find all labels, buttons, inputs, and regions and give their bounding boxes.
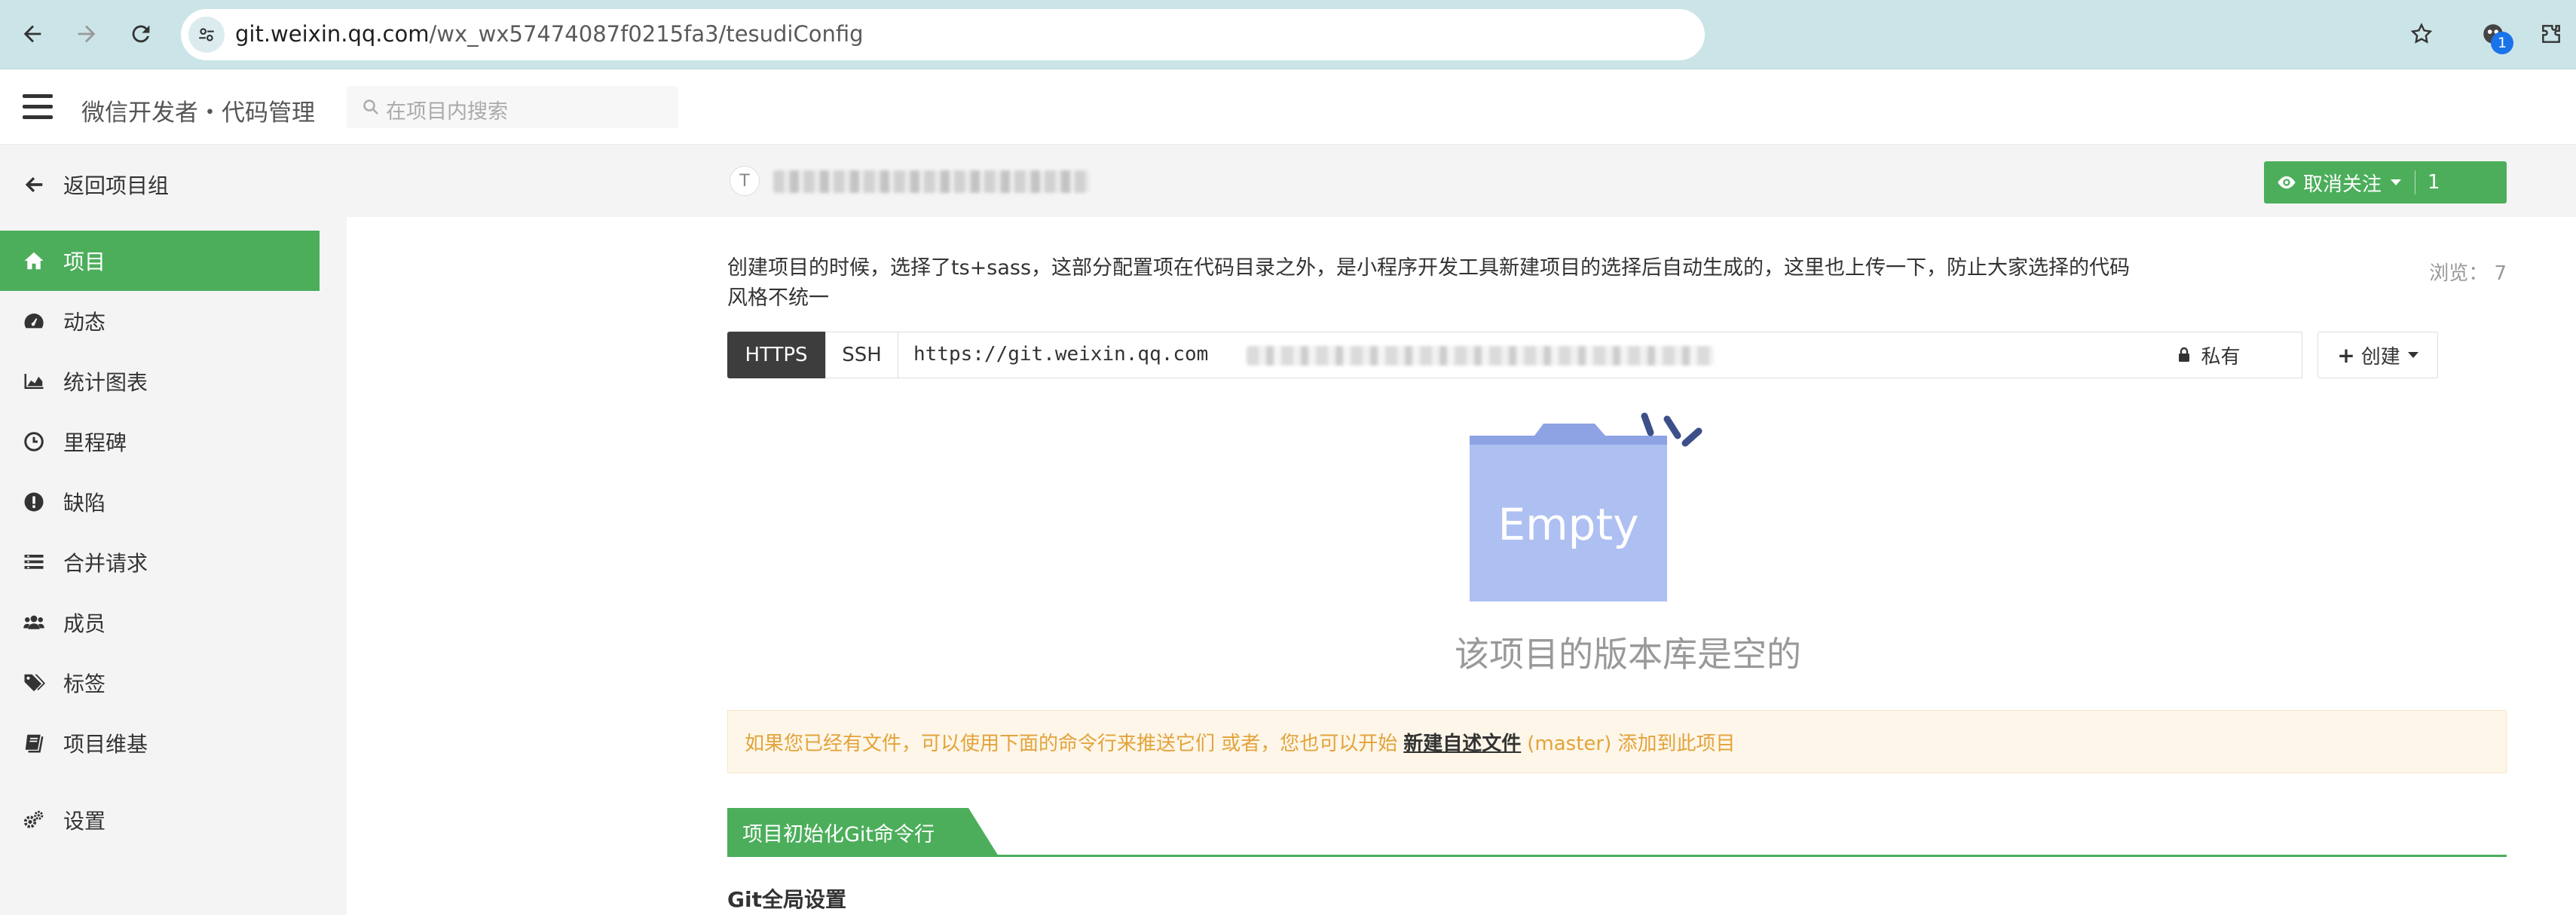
app-title: 微信开发者・代码管理 — [81, 99, 315, 127]
empty-repo-notice: 如果您已经有文件，可以使用下面的命令行来推送它们 或者，您也可以开始 新建自述文… — [727, 710, 2507, 773]
list-icon — [21, 549, 47, 575]
sidebar-item-label: 动态 — [63, 310, 106, 335]
clone-tab-https[interactable]: HTTPS — [727, 332, 825, 378]
view-count: 浏览： 7 — [2429, 262, 2507, 285]
project-header: T 取消关注 1 — [347, 145, 2576, 217]
clone-tab-ssh[interactable]: SSH — [825, 332, 898, 378]
arrow-left-icon — [21, 172, 47, 197]
project-avatar: T — [730, 166, 760, 196]
sidebar-item-milestones[interactable]: 里程碑 — [0, 412, 347, 471]
watch-count: 1 — [2428, 171, 2440, 194]
cogs-icon — [21, 807, 47, 833]
sidebar-item-wiki[interactable]: 项目维基 — [0, 714, 347, 773]
reload-icon[interactable] — [124, 17, 158, 51]
bookmark-star-icon[interactable] — [2404, 17, 2439, 51]
area-chart-icon — [21, 369, 47, 394]
create-button[interactable]: + 创建 — [2317, 332, 2438, 378]
address-bar[interactable]: git.weixin.qq.com/wx_wx57474087f0215fa3/… — [181, 9, 1705, 60]
app-header: 微信开发者・代码管理 在项目内搜索 — [0, 69, 2576, 145]
empty-illustration-text: Empty — [1498, 499, 1638, 550]
main-content: T 取消关注 1 创建项目的时候，选择了ts+sass，这部分配置项在代码目录之… — [347, 145, 2576, 915]
sidebar-item-label: 合并请求 — [63, 551, 148, 576]
home-icon — [21, 248, 47, 274]
caret-down-icon — [2407, 352, 2418, 358]
tags-icon — [21, 670, 47, 696]
visibility-private: 私有 — [2114, 332, 2302, 378]
empty-repo-title: 该项目的版本库是空的 — [1455, 634, 1801, 675]
sidebar-item-label: 项目 — [63, 249, 106, 274]
lock-icon — [2179, 347, 2190, 362]
eye-icon — [2278, 176, 2296, 189]
site-settings-icon[interactable] — [188, 17, 225, 53]
project-name-redacted — [773, 170, 1090, 193]
section-divider — [727, 855, 2507, 857]
forward-arrow-icon[interactable] — [69, 17, 104, 51]
sidebar-item-label: 成员 — [63, 611, 106, 636]
private-label: 私有 — [2201, 345, 2241, 369]
menu-hamburger-icon[interactable] — [23, 94, 53, 120]
sidebar-item-label: 里程碑 — [63, 430, 127, 455]
clone-url-input[interactable]: https://git.weixin.qq.com — [898, 332, 2302, 378]
sidebar-item-merge-requests[interactable]: 合并请求 — [0, 533, 347, 592]
unwatch-button[interactable]: 取消关注 1 — [2264, 161, 2507, 204]
notice-suffix: (master) 添加到此项目 — [1527, 732, 1736, 755]
dashboard-icon — [21, 308, 47, 334]
project-description: 创建项目的时候，选择了ts+sass，这部分配置项在代码目录之外，是小程序开发工… — [727, 256, 2131, 310]
clock-icon — [21, 429, 47, 454]
exclamation-icon — [21, 489, 47, 515]
git-global-settings-heading: Git全局设置 — [727, 887, 846, 912]
search-placeholder: 在项目内搜索 — [386, 100, 508, 124]
url-text: git.weixin.qq.com/wx_wx57474087f0215fa3/… — [235, 21, 864, 47]
new-readme-link[interactable]: 新建自述文件 — [1403, 728, 1521, 756]
clone-url-text: https://git.weixin.qq.com — [913, 343, 1209, 366]
sidebar-item-label: 设置 — [63, 809, 106, 834]
plus-icon: + — [2337, 342, 2355, 368]
sidebar-item-members[interactable]: 成员 — [0, 593, 347, 652]
extensions-puzzle-icon[interactable] — [2534, 17, 2568, 51]
sidebar-back-to-group[interactable]: 返回项目组 — [0, 155, 347, 214]
caret-down-icon — [2391, 179, 2402, 185]
section-tab-slant — [968, 808, 999, 856]
sidebar-item-label: 缺陷 — [63, 491, 106, 516]
sidebar-item-project[interactable]: 项目 — [0, 231, 347, 290]
sidebar-item-issues[interactable]: 缺陷 — [0, 473, 347, 531]
back-arrow-icon[interactable] — [15, 17, 50, 51]
git-init-section-tab: 项目初始化Git命令行 — [727, 808, 968, 856]
notice-prefix: 如果您已经有文件，可以使用下面的命令行来推送它们 或者，您也可以开始 — [745, 732, 1398, 755]
sidebar-item-label: 统计图表 — [63, 370, 148, 395]
browser-toolbar: git.weixin.qq.com/wx_wx57474087f0215fa3/… — [0, 0, 2576, 69]
sidebar-item-label: 项目维基 — [63, 732, 148, 757]
unwatch-label: 取消关注 — [2303, 173, 2382, 196]
sidebar-item-charts[interactable]: 统计图表 — [0, 352, 347, 411]
sidebar-item-tags[interactable]: 标签 — [0, 653, 347, 712]
sidebar-item-activity[interactable]: 动态 — [0, 292, 347, 350]
empty-folder-illustration: Empty — [1470, 412, 1703, 601]
search-input[interactable]: 在项目内搜索 — [347, 86, 678, 128]
book-icon — [21, 730, 47, 756]
sidebar: 返回项目组 项目 动态 统计图表 里程碑 缺陷 合并请求 成员 标签 项目维基 … — [0, 145, 347, 915]
sidebar-back-label: 返回项目组 — [63, 173, 170, 198]
search-icon — [363, 99, 378, 115]
sidebar-item-settings[interactable]: 设置 — [0, 791, 347, 849]
extension-badge: 1 — [2491, 32, 2513, 54]
clone-bar: HTTPS SSH https://git.weixin.qq.com 私有 +… — [727, 332, 2507, 378]
create-label: 创建 — [2360, 345, 2400, 369]
sidebar-item-label: 标签 — [63, 672, 106, 696]
clone-url-redacted — [1247, 346, 1714, 366]
users-icon — [21, 610, 47, 635]
